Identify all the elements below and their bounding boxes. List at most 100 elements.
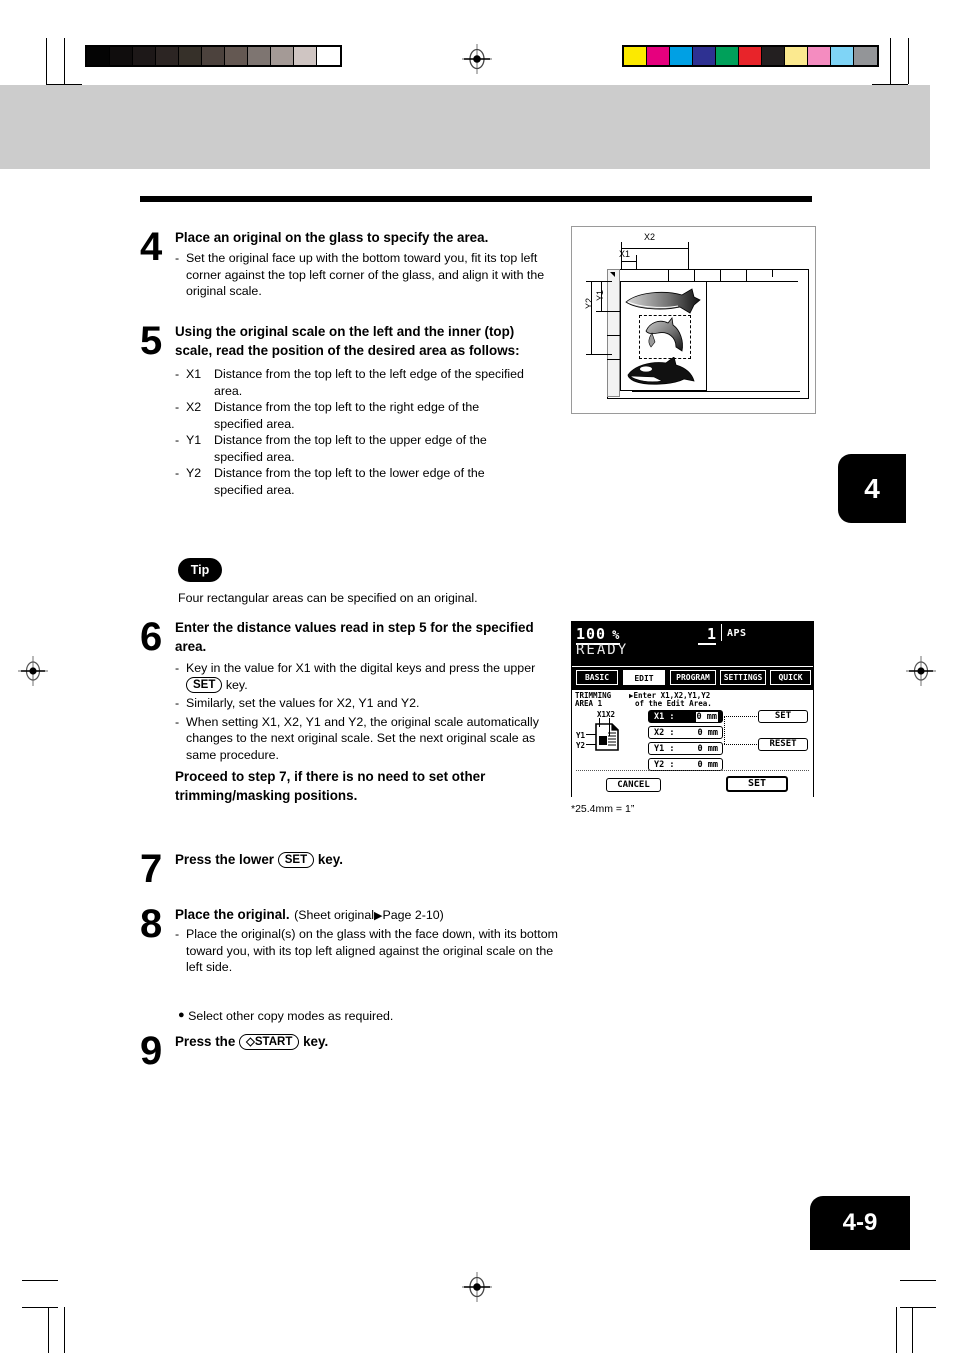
definition-label: X1 bbox=[186, 367, 202, 381]
step-8-bullets: - Place the original(s) on the glass with… bbox=[175, 926, 565, 976]
step-6: 6 Enter the distance values read in step… bbox=[140, 617, 570, 805]
list-item-text: Set the original face up with the bottom… bbox=[186, 251, 545, 298]
left-scale-tick-2 bbox=[607, 335, 620, 336]
y1-label: Y1 bbox=[595, 289, 605, 301]
crop-mark-top-right-vertical-2 bbox=[908, 38, 909, 84]
step-9-heading-text: Press the bbox=[175, 1034, 236, 1049]
lcd-header-rule bbox=[572, 666, 813, 667]
definition-text: Distance from the top left to the lower … bbox=[214, 466, 485, 497]
x2-label: X2 bbox=[644, 232, 656, 242]
tab-edit-label: EDIT bbox=[634, 674, 654, 683]
crop-mark-top-left-vertical bbox=[46, 38, 47, 84]
list-item-text: When setting X1, X2, Y1 and Y2, the orig… bbox=[186, 714, 539, 762]
list-item: - Key in the value for X1 with the digit… bbox=[175, 660, 563, 693]
registration-target-bottom bbox=[462, 1272, 492, 1302]
paper-mode-label: APS bbox=[727, 628, 747, 639]
tab-quick[interactable]: QUICK bbox=[770, 670, 811, 685]
tab-basic[interactable]: BASIC bbox=[576, 670, 618, 685]
definition-label: X2 bbox=[186, 400, 202, 414]
tab-edit[interactable]: EDIT bbox=[623, 670, 665, 685]
set-key-label: SET bbox=[186, 676, 223, 693]
definition-label: Y2 bbox=[186, 466, 202, 480]
step-8-number: 8 bbox=[140, 902, 162, 946]
y2-label: Y2 bbox=[584, 297, 594, 309]
header-gray-band bbox=[0, 85, 930, 169]
crop-mark-bottom-left-horizontal-2 bbox=[22, 1307, 58, 1308]
tab-settings[interactable]: SETTINGS bbox=[720, 670, 766, 685]
step-6-heading: Enter the distance values read in step 5… bbox=[175, 620, 534, 654]
crop-mark-bottom-right-horizontal bbox=[900, 1280, 936, 1281]
field-x1[interactable]: X1 : 0 mm bbox=[648, 710, 723, 723]
crop-mark-top-left-vertical-2 bbox=[64, 38, 65, 84]
list-item-text: Place the original(s) on the glass with … bbox=[186, 927, 558, 974]
bullet-dot-icon: ● bbox=[178, 1009, 185, 1021]
step-4-heading: Place an original on the glass to specif… bbox=[175, 230, 489, 245]
copier-lcd-panel[interactable]: 100% 1 APS READY BASIC EDIT PROGRAM SETT… bbox=[571, 621, 814, 797]
step-7-number: 7 bbox=[140, 847, 162, 891]
extra-bullet-text: Select other copy modes as required. bbox=[188, 1009, 394, 1023]
orca-illustration bbox=[627, 357, 695, 385]
grayscale-swatch bbox=[110, 47, 133, 65]
x1-tick-right bbox=[636, 255, 637, 270]
corner-triangle-icon bbox=[610, 272, 615, 277]
registration-target-top bbox=[462, 44, 492, 74]
crop-mark-bottom-left-vertical-2 bbox=[64, 1307, 65, 1353]
y1-leader-line bbox=[586, 734, 596, 735]
step-4-number: 4 bbox=[140, 225, 162, 269]
instruction-line2: of the Edit Area. bbox=[635, 699, 712, 708]
dolphin-illustration bbox=[645, 317, 683, 352]
header-rule bbox=[140, 196, 812, 202]
mode-label: TRIMMING AREA 1 bbox=[575, 692, 611, 708]
reset-button[interactable]: RESET bbox=[758, 738, 808, 751]
field-y1-value: 0 mm bbox=[697, 744, 718, 754]
y1-tick-bottom bbox=[596, 311, 612, 312]
tab-basic-label: BASIC bbox=[584, 673, 610, 682]
lcd-bottom-separator bbox=[576, 770, 809, 771]
field-x1-label: X1 : bbox=[654, 712, 675, 722]
field-x2[interactable]: X2 : 0 mm bbox=[648, 726, 723, 739]
field-y1[interactable]: Y1 : 0 mm bbox=[648, 742, 723, 755]
definition-x1: - X1 Distance from the top left to the le… bbox=[175, 366, 551, 399]
list-item: - Place the original(s) on the glass with… bbox=[175, 926, 565, 976]
field-x1-value: 0 mm bbox=[695, 712, 718, 722]
lcd-status-header: 100% 1 APS READY bbox=[572, 622, 813, 667]
document-area-icon bbox=[595, 723, 619, 751]
definition-label: Y1 bbox=[186, 433, 202, 447]
crop-mark-bottom-right-vertical-2 bbox=[912, 1307, 913, 1353]
step-7-heading: Press the lower SET key. bbox=[175, 850, 570, 869]
step-5-definitions: - X1 Distance from the top left to the le… bbox=[175, 366, 551, 498]
grayscale-swatch bbox=[202, 47, 225, 65]
tip-badge: Tip bbox=[178, 558, 222, 582]
crop-mark-bottom-right-horizontal-2 bbox=[900, 1307, 936, 1308]
definition-text: Distance from the top left to the right … bbox=[214, 400, 480, 431]
dash-marker: - bbox=[175, 466, 180, 480]
y2-leader-line bbox=[586, 744, 596, 745]
page-number-tab: 4-9 bbox=[810, 1196, 910, 1250]
x2-dimension-line bbox=[621, 248, 689, 249]
step-8-heading: Place the original. (Sheet original▶Page… bbox=[175, 905, 570, 924]
step-8: 8 Place the original. (Sheet original▶Pa… bbox=[140, 902, 570, 976]
set-upper-button[interactable]: SET bbox=[758, 710, 808, 723]
list-item-text: Similarly, set the values for X2, Y1 and… bbox=[186, 696, 420, 710]
top-scale-tick-2 bbox=[694, 270, 695, 281]
x2-leader-line bbox=[609, 718, 610, 736]
chapter-thumb-tab: 4 bbox=[838, 454, 906, 523]
tab-settings-label: SETTINGS bbox=[723, 673, 763, 682]
y2-icon-label: Y2 bbox=[576, 741, 586, 750]
step-7-heading-tail: key. bbox=[317, 852, 343, 867]
set-lower-button[interactable]: SET bbox=[726, 776, 788, 792]
list-item: - Set the original face up with the botto… bbox=[175, 250, 553, 300]
dash-marker: - bbox=[175, 661, 180, 675]
left-original-scale bbox=[607, 269, 620, 397]
color-swatch bbox=[739, 47, 762, 65]
cancel-button[interactable]: CANCEL bbox=[606, 778, 661, 792]
color-swatch bbox=[808, 47, 831, 65]
whale-illustration bbox=[625, 288, 701, 314]
x2-tick-right bbox=[688, 242, 689, 270]
color-swatch bbox=[762, 47, 785, 65]
tab-program[interactable]: PROGRAM bbox=[670, 670, 716, 685]
grayscale-swatch bbox=[87, 47, 110, 65]
definition-text: Distance from the top left to the left e… bbox=[214, 367, 524, 398]
color-swatch bbox=[716, 47, 739, 65]
color-swatch bbox=[670, 47, 693, 65]
